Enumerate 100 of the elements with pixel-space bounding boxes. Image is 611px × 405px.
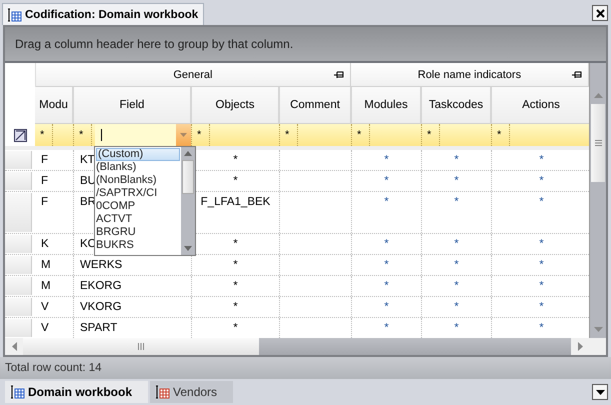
left-arrow-icon <box>12 342 16 351</box>
row-selector[interactable] <box>5 277 32 295</box>
band-header[interactable]: Role name indicators <box>350 63 590 87</box>
scroll-down-icon[interactable] <box>184 246 192 251</box>
filter-operator[interactable]: * <box>422 124 440 146</box>
scroll-right-button[interactable] <box>571 338 589 355</box>
table-icon <box>11 385 25 399</box>
table-cell: * <box>454 175 459 187</box>
scrollbar[interactable] <box>181 147 195 255</box>
table-cell: * <box>539 259 544 271</box>
table-cell: * <box>539 280 544 292</box>
table-cell: * <box>384 154 389 166</box>
column-header[interactable]: Field <box>74 87 192 124</box>
table-cell: M <box>41 259 51 271</box>
table-cell: VKORG <box>80 301 122 313</box>
column-header[interactable]: Modu <box>35 87 74 124</box>
table-cell: * <box>454 196 459 208</box>
dropdown-list[interactable]: (Custom) (Blanks) (NonBlanks) /SAPTRX/CI 0COMP ACTVT BRGRU BUKRS <box>94 146 196 256</box>
caret-icon <box>596 390 604 394</box>
table-cell: WERKS <box>80 259 122 271</box>
filter-operator[interactable]: * <box>352 124 370 146</box>
scroll-thumb[interactable] <box>182 160 194 194</box>
column-header[interactable]: Objects <box>192 87 280 124</box>
table-cell: * <box>454 280 459 292</box>
row-selector[interactable] <box>5 172 32 190</box>
scroll-thumb[interactable] <box>23 338 259 355</box>
row-selector[interactable] <box>5 256 32 274</box>
close-icon <box>596 8 604 18</box>
dropdown-item[interactable]: (Blanks) <box>95 161 181 174</box>
document-tab[interactable]: Domain workbook <box>5 381 148 403</box>
row-selector[interactable] <box>5 235 32 253</box>
table-cell: F <box>41 175 48 187</box>
scroll-up-icon[interactable] <box>594 93 603 98</box>
group-hint: Drag a column header here to group by that column. <box>15 37 294 51</box>
dropdown-item[interactable]: BUKRS <box>95 239 181 252</box>
table-cell: * <box>233 301 238 313</box>
tab-list-button[interactable] <box>592 384 608 400</box>
table-cell: * <box>539 175 544 187</box>
row-selector[interactable] <box>5 319 32 337</box>
filter-operator[interactable]: * <box>74 124 92 146</box>
document-tab[interactable]: Codification: Domain workbook <box>2 3 204 25</box>
table-cell: KT <box>80 154 95 166</box>
dropdown-item[interactable]: 0COMP <box>95 200 181 213</box>
dropdown-item[interactable]: ACTVT <box>95 213 181 226</box>
document-tab[interactable]: Vendors <box>150 381 234 403</box>
scroll-left-button[interactable] <box>5 338 23 355</box>
dropdown-item[interactable]: (NonBlanks) <box>95 174 181 187</box>
grip-icon <box>138 343 144 350</box>
pin-icon[interactable] <box>572 71 582 79</box>
table-cell: * <box>454 322 459 334</box>
column-header[interactable]: Comment <box>280 87 352 124</box>
right-arrow-icon <box>578 342 582 351</box>
table-cell: EKORG <box>80 280 122 292</box>
row-selector[interactable] <box>5 151 32 169</box>
dropdown-button[interactable] <box>176 124 191 146</box>
table-cell: V <box>41 322 49 334</box>
table-cell: F <box>41 154 48 166</box>
row-selector[interactable] <box>5 193 32 232</box>
table-cell: * <box>384 280 389 292</box>
table-cell: F_LFA1_BEK <box>200 196 270 208</box>
table-cell: * <box>539 238 544 250</box>
band-header[interactable]: General <box>36 63 351 87</box>
scroll-thumb[interactable] <box>591 104 606 182</box>
column-header[interactable]: Actions <box>492 87 590 124</box>
table-cell: * <box>384 322 389 334</box>
close-button[interactable] <box>592 5 608 21</box>
table-cell: * <box>454 301 459 313</box>
column-header[interactable]: Modules <box>352 87 422 124</box>
filter-operator[interactable]: * <box>35 124 53 146</box>
dropdown-item[interactable]: BRGRU <box>95 226 181 239</box>
table-cell: * <box>454 238 459 250</box>
column-header[interactable]: Taskcodes <box>422 87 492 124</box>
dropdown-item[interactable]: (Custom) <box>96 148 180 161</box>
table-cell: M <box>41 280 51 292</box>
caret-icon <box>180 133 187 137</box>
table-cell: * <box>454 154 459 166</box>
status-text: Total row count: 14 <box>5 362 102 374</box>
filter-operator[interactable]: * <box>492 124 510 146</box>
filter-operator[interactable]: * <box>192 124 210 146</box>
horizontal-scrollbar[interactable] <box>5 338 589 355</box>
dropdown-item[interactable]: /SAPTRX/CI <box>95 187 181 200</box>
table-cell: * <box>233 322 238 334</box>
scroll-down-icon[interactable] <box>594 327 603 332</box>
table-cell: * <box>233 259 238 271</box>
row-selector[interactable] <box>5 298 32 316</box>
table-cell: V <box>41 301 49 313</box>
vertical-scrollbar[interactable] <box>589 63 606 338</box>
table-cell: * <box>384 301 389 313</box>
table-cell: * <box>233 154 238 166</box>
table-cell: * <box>539 154 544 166</box>
table-cell: F <box>41 196 48 208</box>
table-cell: K <box>41 238 49 250</box>
filter-row-icon[interactable] <box>14 128 26 142</box>
table-cell: SPART <box>80 322 118 334</box>
table-icon <box>156 385 170 399</box>
table-cell: * <box>233 280 238 292</box>
group-by-panel[interactable]: Drag a column header here to group by that column. <box>5 27 606 63</box>
filter-operator[interactable]: * <box>280 124 298 146</box>
tab-title: Codification: Domain workbook <box>25 8 198 20</box>
pin-icon[interactable] <box>334 71 344 79</box>
